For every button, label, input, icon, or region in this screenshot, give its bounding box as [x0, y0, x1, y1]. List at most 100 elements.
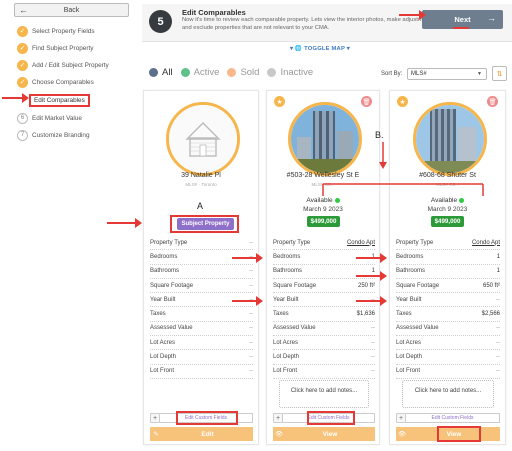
- detail-row: Assessed Value --: [396, 322, 500, 337]
- back-button[interactable]: ← Back: [14, 3, 129, 17]
- detail-row: Square Footage --: [150, 279, 253, 294]
- detail-row: Assessed Value --: [273, 322, 375, 337]
- filter-label: Inactive: [280, 67, 314, 78]
- star-icon[interactable]: ★: [274, 96, 285, 107]
- toggle-map-link[interactable]: ▾ 🌐 TOGGLE MAP ▾: [290, 46, 350, 52]
- filter-all[interactable]: All: [149, 67, 173, 78]
- detail-label: Lot Acres: [273, 339, 299, 346]
- detail-value: --: [371, 325, 375, 332]
- radio-dot-icon: [180, 68, 190, 77]
- step-choose-comparables[interactable]: ✓ Choose Comparables: [17, 75, 94, 89]
- detail-row: Lot Acres --: [150, 336, 253, 351]
- view-button-label: View: [285, 427, 375, 441]
- detail-row: Property Type Condo Apt: [273, 236, 375, 251]
- detail-row: Lot Depth --: [273, 350, 375, 365]
- banner-description: Now it's time to review each comparable …: [182, 17, 434, 31]
- status-text: Available: [430, 197, 458, 204]
- plus-icon[interactable]: +: [396, 413, 406, 423]
- detail-value: --: [496, 368, 500, 375]
- trash-icon[interactable]: 🗑: [487, 96, 498, 107]
- step-label: Edit Market Value: [32, 114, 82, 122]
- edit-button[interactable]: ✎ Edit: [150, 427, 253, 441]
- filter-label: Sold: [240, 67, 260, 78]
- price-badge: $499,000: [307, 216, 340, 227]
- detail-row: Lot Depth --: [150, 350, 253, 365]
- filter-label: All: [162, 67, 173, 78]
- detail-label: Bedrooms: [273, 253, 301, 260]
- subject-property-card: 39 Natalie Pl MLS# · Toronto A Subject P…: [143, 90, 259, 445]
- arrow-right-icon: →: [487, 13, 496, 23]
- listing-date: March 9 2023: [303, 206, 343, 213]
- detail-row: Lot Acres --: [273, 336, 375, 351]
- detail-label: Square Footage: [273, 282, 317, 289]
- comparable-card: ★ 🗑 #503-28 Wellesley St E MLS# C5... Av…: [266, 90, 380, 445]
- card-address: #608-68 Shuter St: [419, 172, 476, 179]
- step-label: Customize Branding: [32, 131, 90, 139]
- step-select-property-fields[interactable]: ✓ Select Property Fields: [17, 24, 95, 38]
- detail-row: Bedrooms 1: [396, 250, 500, 265]
- detail-value[interactable]: Condo Apt: [347, 240, 375, 246]
- sort-select[interactable]: MLS# ▼: [407, 68, 487, 80]
- price-badge: $499,000: [431, 216, 464, 227]
- detail-label: Bathrooms: [150, 268, 180, 275]
- notes-box[interactable]: Click here to add notes...: [279, 380, 369, 408]
- annotation-frame: [176, 411, 238, 425]
- check-icon: ✓: [17, 76, 28, 88]
- detail-value: --: [496, 296, 500, 303]
- back-button-label: Back: [63, 6, 80, 14]
- next-button-label: Next: [454, 15, 471, 24]
- detail-value: $1,636: [356, 311, 375, 318]
- notes-box[interactable]: Click here to add notes...: [402, 380, 494, 408]
- detail-value[interactable]: Condo Apt: [472, 240, 500, 246]
- view-button[interactable]: 👁 View: [273, 427, 375, 441]
- annotation-frame: [307, 411, 355, 425]
- filter-label: Active: [193, 67, 220, 78]
- building-photo-icon: [416, 105, 484, 173]
- wizard-sidebar: ← Back ✓ Select Property Fields ✓ Find S…: [0, 0, 137, 451]
- detail-value: --: [249, 325, 253, 332]
- detail-value: 650 ft²: [482, 282, 500, 289]
- detail-row: Assessed Value --: [150, 322, 253, 337]
- detail-label: Lot Front: [150, 368, 175, 375]
- plus-icon[interactable]: +: [273, 413, 283, 423]
- step-number-badge: 5: [149, 10, 172, 33]
- step-find-subject-property[interactable]: ✓ Find Subject Property: [17, 41, 93, 55]
- edit-custom-fields-link[interactable]: Edit Custom Fields: [406, 413, 500, 423]
- filter-inactive[interactable]: Inactive: [267, 67, 313, 78]
- filter-sold[interactable]: Sold: [227, 67, 259, 78]
- detail-value: 1: [496, 253, 500, 260]
- subject-photo: [166, 102, 240, 176]
- step-label: Find Subject Property: [32, 44, 94, 52]
- chevron-down-icon: ▼: [477, 71, 482, 77]
- star-icon[interactable]: ★: [397, 96, 408, 107]
- status-dot-icon: [459, 197, 465, 203]
- detail-label: Bedrooms: [150, 253, 178, 260]
- annotation-label-b: B.: [375, 130, 384, 140]
- detail-label: Lot Depth: [150, 354, 177, 361]
- radio-dot-icon: [267, 68, 277, 77]
- detail-value: --: [371, 296, 375, 303]
- card-subline: MLS# · Toronto: [185, 182, 217, 187]
- step-customize-branding[interactable]: 7 Customize Branding: [17, 128, 90, 142]
- step-edit-comparables[interactable]: Edit Comparables: [17, 93, 90, 107]
- step-edit-market-value[interactable]: 6 Edit Market Value: [17, 111, 82, 125]
- plus-icon[interactable]: +: [150, 413, 160, 423]
- step-number: 6: [17, 112, 28, 124]
- detail-value: --: [249, 339, 253, 346]
- detail-row: Lot Front --: [396, 365, 500, 379]
- radio-dot-icon: [149, 68, 158, 77]
- detail-value: --: [249, 282, 253, 289]
- sort-direction-button[interactable]: ⇅: [492, 66, 507, 81]
- pencil-icon: ✎: [150, 427, 162, 441]
- trash-icon[interactable]: 🗑: [361, 96, 372, 107]
- check-icon: ✓: [17, 25, 28, 37]
- check-icon: ✓: [17, 42, 28, 54]
- annotation-underline: [453, 27, 469, 29]
- filter-active[interactable]: Active: [180, 67, 220, 78]
- availability-status: Available: [390, 197, 505, 204]
- detail-row: Year Built --: [150, 293, 253, 308]
- detail-label: Lot Front: [273, 368, 298, 375]
- property-photo: [413, 102, 487, 176]
- annotation-frame: [437, 426, 481, 442]
- step-add-edit-subject-property[interactable]: ✓ Add / Edit Subject Property: [17, 58, 109, 72]
